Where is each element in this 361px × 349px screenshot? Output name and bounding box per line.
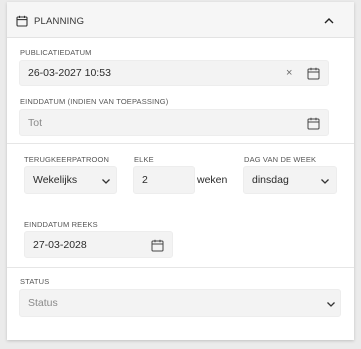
einddatum-reeks-value: 27-03-2028 — [33, 238, 87, 251]
terugkeerpatroon-value: Wekelijks — [33, 174, 78, 186]
terugkeerpatroon-select[interactable]: Wekelijks — [24, 166, 117, 194]
calendar-icon[interactable] — [307, 67, 320, 80]
calendar-icon[interactable] — [151, 239, 164, 252]
calendar-icon — [16, 15, 28, 27]
einddatum-label: EINDDATUM (INDIEN VAN TOEPASSING) — [20, 97, 169, 106]
elke-input[interactable]: 2 — [133, 166, 195, 194]
einddatum-field[interactable]: Tot — [19, 109, 329, 136]
chevron-up-icon[interactable] — [323, 16, 335, 26]
planning-panel: PLANNING PUBLICATIEDATUM 26-03-2027 10:5… — [7, 2, 354, 340]
dag-van-de-week-label: DAG VAN DE WEEK — [244, 155, 317, 164]
panel-header[interactable]: PLANNING — [7, 2, 354, 38]
elke-value: 2 — [142, 174, 148, 186]
publicatiedatum-label: PUBLICATIEDATUM — [20, 48, 92, 57]
chevron-down-icon — [102, 179, 110, 184]
chevron-down-icon — [327, 302, 335, 307]
einddatum-reeks-label: EINDDATUM REEKS — [24, 220, 98, 229]
elke-label: ELKE — [134, 155, 154, 164]
einddatum-placeholder: Tot — [28, 116, 43, 129]
publicatiedatum-field[interactable]: 26-03-2027 10:53 × — [19, 60, 329, 86]
chevron-down-icon — [321, 179, 329, 184]
elke-unit: weken — [197, 174, 228, 186]
status-label: STATUS — [20, 277, 50, 286]
dag-van-de-week-value: dinsdag — [252, 174, 289, 186]
terugkeerpatroon-label: TERUGKEERPATROON — [24, 155, 110, 164]
dag-van-de-week-select[interactable]: dinsdag — [243, 166, 337, 194]
status-placeholder: Status — [28, 297, 58, 309]
publicatiedatum-value: 26-03-2027 10:53 — [28, 67, 111, 79]
clear-icon[interactable]: × — [286, 68, 292, 79]
calendar-icon[interactable] — [307, 117, 320, 130]
panel-title: PLANNING — [34, 16, 85, 27]
section-divider — [7, 143, 354, 144]
section-divider — [7, 267, 354, 268]
einddatum-reeks-field[interactable]: 27-03-2028 — [24, 231, 173, 258]
status-select[interactable]: Status — [19, 289, 341, 317]
